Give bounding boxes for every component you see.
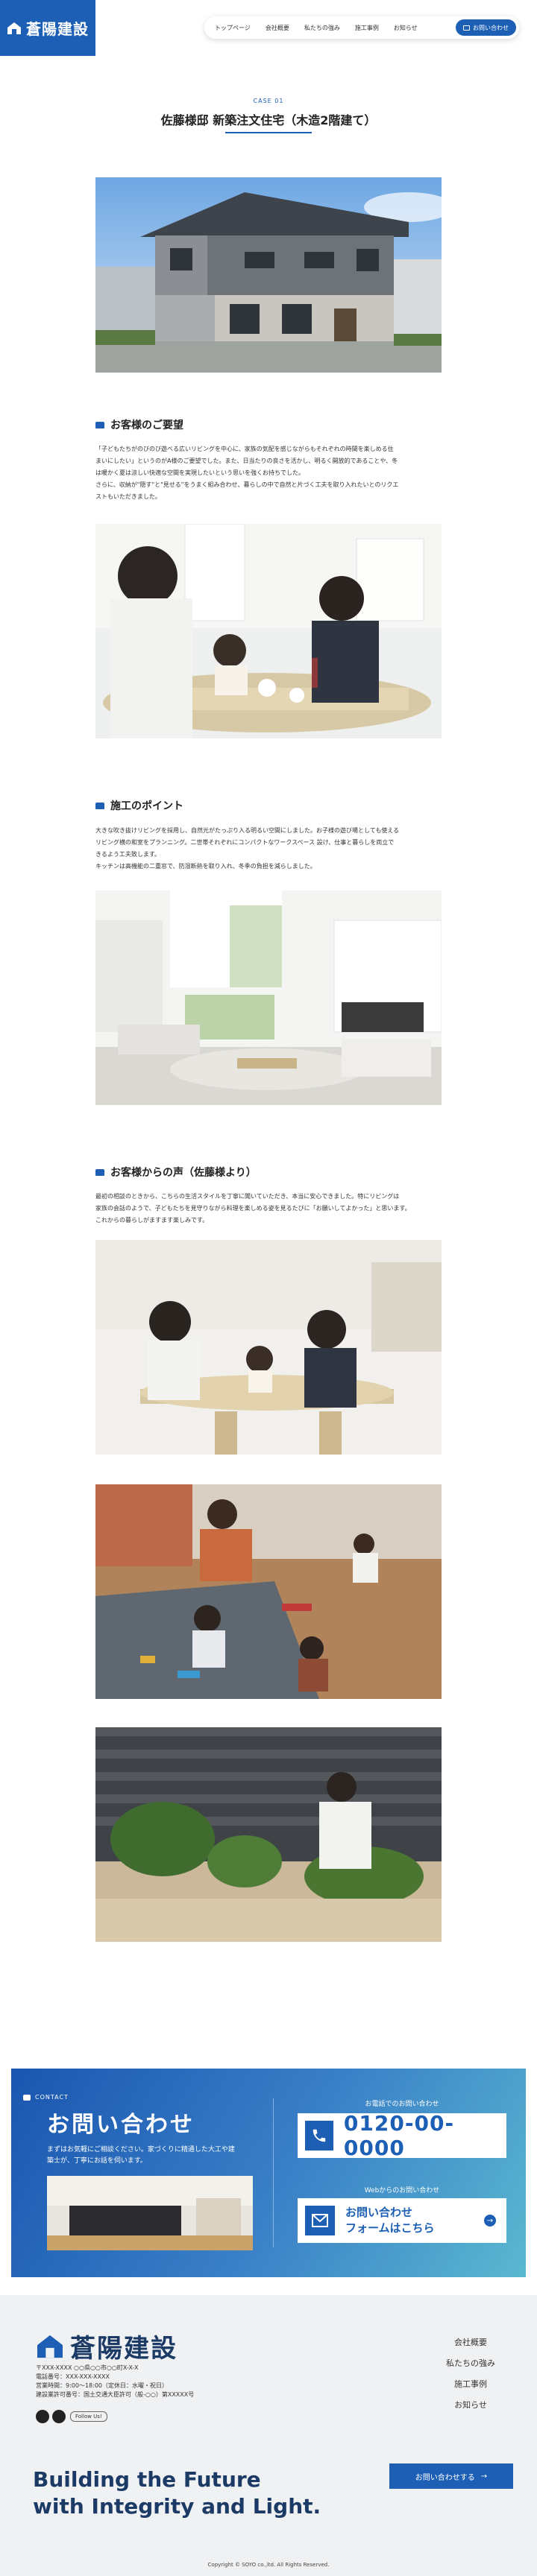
request-heading: お客様のご要望: [95, 417, 183, 432]
family-dining-photo: [95, 524, 442, 738]
footer-link-works[interactable]: 施工事例: [437, 2374, 504, 2395]
footer-logo-text: 蒼陽建設: [70, 2334, 178, 2364]
points-body: 大きな吹き抜けリビングを採用し、自然光がたっぷり入る明るい空間にしました。お子様…: [95, 825, 442, 873]
voice-line: これからの暮らしがますます楽しみです。: [95, 1217, 209, 1224]
address-line: 建設業許可番号：国土交通大臣許可（般-○○）第XXXXX号: [36, 2391, 195, 2398]
web-form-line: お問い合わせ: [345, 2206, 413, 2219]
follow-us-badge: Follow Us!: [70, 2411, 107, 2422]
voice-line: 最初の相談のときから、こちらの生活スタイルを丁寧に聞いていただき、本当に安心でき…: [95, 1193, 400, 1200]
tel-label: お電話でのお問い合わせ: [365, 2101, 439, 2108]
nav-contact-label: お問い合わせ: [473, 24, 509, 31]
contact-room-photo: [47, 2176, 253, 2250]
contact-title: お問い合わせ: [47, 2112, 195, 2138]
section-house-icon: [95, 421, 104, 428]
house-logo-icon: [7, 22, 21, 34]
mail-icon: [305, 2206, 335, 2235]
voice-heading: お客様からの声（佐藤様より）: [95, 1165, 257, 1180]
web-form-label: お問い合わせ フォームはこちら: [345, 2205, 435, 2236]
tel-button[interactable]: 0120-00-0000: [298, 2111, 506, 2160]
house-logo-icon: [37, 2335, 63, 2358]
house-exterior-photo: [95, 177, 442, 373]
nav-item-company[interactable]: 会社概要: [266, 24, 289, 32]
request-line: さらに、収納が"隠す"と"見せる"をうまく組み合わせ、暮らしの中で自然と片づく工…: [95, 481, 399, 488]
points-line: キッチンは高機能の二重窓で、防湿断熱を取り入れ、冬季の負担を減らしました。: [95, 863, 316, 870]
request-line: は暖かく夏は涼しい快適な空間を実現したいという思いを強くお持ちでした。: [95, 469, 304, 476]
points-line: 大きな吹き抜けリビングを採用し、自然光がたっぷり入る明るい空間にしました。お子様…: [95, 827, 400, 834]
contact-label: CONTACT: [23, 2094, 69, 2101]
kids-playing-photo: [95, 1484, 442, 1699]
contact-banner: CONTACT お問い合わせ まずはお気軽にご相談ください。家づくりに精通した大…: [11, 2069, 526, 2277]
nav-item-top[interactable]: トップページ: [215, 24, 251, 32]
title-underline: [225, 132, 312, 133]
request-title: お客様のご要望: [110, 420, 183, 431]
address-line: 営業時間：9:00〜18:00（定休日：水曜・祝日）: [36, 2382, 169, 2389]
footer-link-strengths[interactable]: 私たちの強み: [437, 2353, 504, 2374]
copyright: Copyright © SOYO co.,ltd. All Rights Res…: [207, 2562, 330, 2568]
page-title: 佐藤様邸 新築注文住宅（木造2階建て）: [160, 113, 377, 127]
footer: 蒼陽建設 〒XXX-XXXX ○○県○○市○○町X-X-X 電話番号：XXX-X…: [0, 2295, 537, 2576]
footer-contact-label: お問い合わせする: [415, 2473, 475, 2482]
footer-links: 会社概要 私たちの強み 施工事例 お知らせ: [437, 2332, 504, 2416]
web-form-button[interactable]: お問い合わせ フォームはこちら →: [298, 2198, 506, 2243]
arrow-right-icon: →: [480, 2472, 488, 2481]
mail-icon: [463, 25, 470, 31]
nav-item-strengths[interactable]: 私たちの強み: [304, 24, 340, 32]
address-line: 電話番号：XXX-XXX-XXXX: [36, 2373, 110, 2380]
footer-link-news[interactable]: お知らせ: [437, 2395, 504, 2416]
contact-desc-line: まずはお気軽にご相談ください。家づくりに精通した大工や建: [47, 2146, 235, 2153]
footer-logo[interactable]: 蒼陽建設: [36, 2328, 178, 2364]
voice-line: 家族の会話のようで、子どもたちを見守りながら料理を楽しめる姿を見るたびに「お願い…: [95, 1205, 411, 1212]
footer-contact-button[interactable]: お問い合わせする →: [389, 2463, 513, 2489]
arrow-right-icon: →: [484, 2215, 496, 2227]
global-nav: トップページ 会社概要 私たちの強み 施工事例 お知らせ お問い合わせ: [204, 16, 519, 39]
section-house-icon: [95, 1168, 104, 1176]
contact-desc-line: 築士が、丁寧にお話を伺います。: [47, 2157, 147, 2165]
contact-label-text: CONTACT: [35, 2094, 69, 2101]
gardening-photo: [95, 1727, 442, 1942]
web-label: Webからのお問い合わせ: [364, 2187, 440, 2194]
nav-item-works[interactable]: 施工事例: [355, 24, 379, 32]
logo-text: 蒼陽建設: [26, 20, 89, 38]
phone-icon: [305, 2121, 333, 2151]
contact-desc: まずはお気軽にご相談ください。家づくりに精通した大工や建 築士が、丁寧にお話を伺…: [47, 2145, 256, 2167]
living-room-photo: [95, 890, 442, 1105]
nav-contact-button[interactable]: お問い合わせ: [456, 19, 516, 36]
slogan-line: with Integrity and Light.: [33, 2494, 321, 2519]
points-line: きるよう工夫致します。: [95, 851, 161, 858]
site-logo[interactable]: 蒼陽建設: [0, 0, 95, 56]
points-title: 施工のポイント: [110, 800, 183, 812]
family-meal-photo: [95, 1240, 442, 1455]
footer-social: Follow Us!: [36, 2410, 107, 2423]
voice-title: お客様からの声（佐藤様より）: [110, 1167, 257, 1179]
nav-item-news[interactable]: お知らせ: [394, 24, 418, 32]
points-line: リビング横の和室をプランニング。二世帯それぞれにコンパクトなワークスペース 設け…: [95, 839, 395, 846]
section-house-icon: [95, 802, 104, 809]
points-heading: 施工のポイント: [95, 798, 183, 813]
voice-body: 最初の相談のときから、こちらの生活スタイルを丁寧に聞いていただき、本当に安心でき…: [95, 1191, 442, 1227]
request-line: ストもいただきました。: [95, 493, 161, 500]
slogan-line: Building the Future: [33, 2467, 261, 2492]
contact-divider: [273, 2098, 274, 2247]
request-body: 「子どもたちがのびのび遊べる広いリビングを中心に、家族の気配を感じながらもそれぞ…: [95, 443, 442, 503]
section-house-icon: [23, 2094, 31, 2101]
case-label: CASE 01: [253, 98, 284, 104]
request-line: まいにしたい」というのがA様のご要望でした。また、日当たりの良さを活かし、明るく…: [95, 458, 398, 464]
tel-number: 0120-00-0000: [343, 2111, 455, 2160]
address-line: 〒XXX-XXXX ○○県○○市○○町X-X-X: [36, 2364, 139, 2371]
footer-link-company[interactable]: 会社概要: [437, 2332, 504, 2353]
request-line: 「子どもたちがのびのび遊べる広いリビングを中心に、家族の気配を感じながらもそれぞ…: [95, 446, 394, 452]
youtube-icon[interactable]: [36, 2410, 49, 2423]
footer-slogan: Building the Future with Integrity and L…: [33, 2466, 321, 2520]
web-form-line: フォームはこちら: [345, 2221, 435, 2235]
instagram-icon[interactable]: [52, 2410, 66, 2423]
footer-address: 〒XXX-XXXX ○○県○○市○○町X-X-X 電話番号：XXX-XXX-XX…: [36, 2364, 194, 2399]
